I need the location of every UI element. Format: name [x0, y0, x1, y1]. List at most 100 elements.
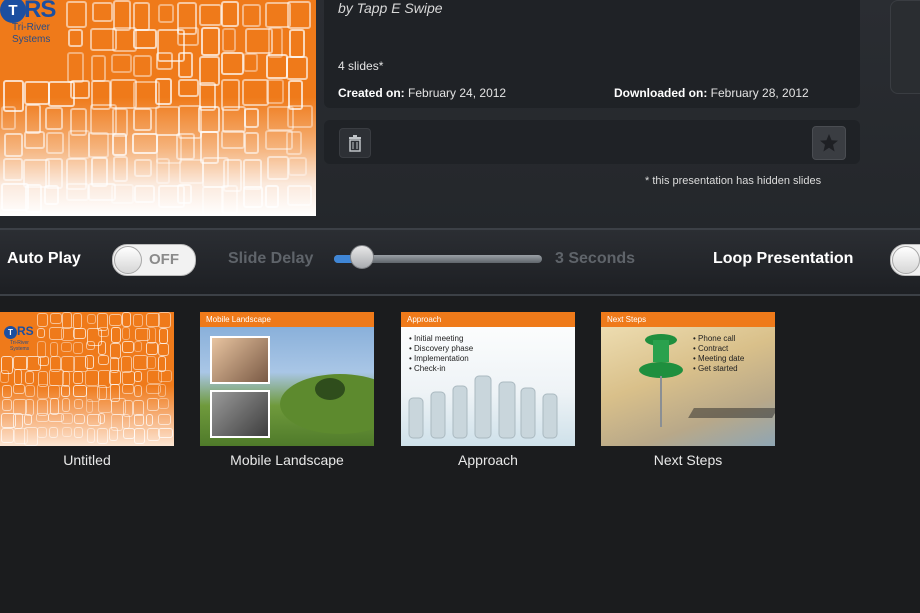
- side-panel-button[interactable]: [890, 0, 920, 94]
- device-outline-graphic: [13, 383, 25, 394]
- device-outline-graphic: [146, 341, 159, 356]
- photo-tablet: [210, 390, 270, 438]
- thumbnail-caption: Untitled: [63, 452, 111, 468]
- device-outline-graphic: [3, 133, 23, 157]
- device-outline-graphic: [23, 130, 46, 150]
- device-outline-graphic: [133, 414, 145, 427]
- device-outline-graphic: [265, 54, 288, 80]
- device-outline-graphic: [157, 427, 173, 438]
- device-outline-graphic: [122, 327, 130, 341]
- device-outline-graphic: [157, 384, 167, 397]
- device-outline-graphic: [133, 371, 143, 383]
- device-outline-graphic: [198, 105, 221, 133]
- device-outline-graphic: [62, 426, 73, 438]
- device-outline-graphic: [44, 106, 63, 131]
- device-outline-graphic: [91, 55, 106, 82]
- device-outline-graphic: [243, 185, 263, 208]
- presentation-cover-image[interactable]: T RS Tri-River Systems: [0, 0, 316, 216]
- delete-button[interactable]: [339, 128, 371, 158]
- slide-thumbnail-2[interactable]: Mobile Landscape: [200, 312, 374, 446]
- device-outline-graphic: [73, 399, 84, 410]
- device-outline-graphic: [242, 78, 269, 106]
- device-outline-graphic: [109, 370, 121, 385]
- device-outline-graphic: [72, 371, 84, 384]
- device-outline-graphic: [85, 354, 95, 370]
- device-outline-graphic: [0, 428, 15, 443]
- device-outline-graphic: [287, 184, 313, 207]
- device-outline-graphic: [121, 312, 131, 327]
- device-outline-graphic: [13, 356, 28, 370]
- device-outline-graphic: [2, 385, 13, 399]
- tree-graphic: [315, 378, 345, 400]
- thumbnail-caption: Mobile Landscape: [230, 452, 344, 468]
- presentation-author: by Tapp E Swipe: [338, 0, 443, 16]
- downloaded-date: Downloaded on: February 28, 2012: [614, 86, 809, 100]
- device-outline-graphic: [266, 156, 289, 180]
- device-outline-graphic: [288, 28, 305, 58]
- device-outline-graphic: [145, 413, 154, 427]
- device-outline-graphic: [44, 184, 60, 206]
- device-outline-graphic: [24, 427, 38, 446]
- slide-thumbnail-4[interactable]: Next Steps • Phone call • Contract • Mee…: [601, 312, 775, 446]
- device-outline-graphic: [198, 3, 223, 27]
- device-outline-graphic: [1, 398, 13, 412]
- device-outline-graphic: [178, 159, 204, 184]
- device-outline-graphic: [91, 2, 113, 22]
- device-outline-graphic: [50, 342, 58, 357]
- device-outline-graphic: [177, 52, 194, 78]
- photo-hands-phone: [210, 336, 270, 384]
- device-outline-graphic: [97, 413, 106, 425]
- device-outline-graphic: [25, 104, 42, 134]
- device-outline-graphic: [133, 314, 144, 327]
- slide-thumbnail-3[interactable]: Approach • Initial meeting • Discovery p…: [401, 312, 575, 446]
- device-outline-graphic: [111, 53, 133, 73]
- device-outline-graphic: [110, 326, 122, 343]
- toggle-knob: [114, 246, 142, 274]
- device-outline-graphic: [111, 132, 127, 156]
- loop-presentation-toggle[interactable]: [890, 244, 920, 276]
- device-outline-graphic: [221, 185, 238, 214]
- auto-play-state: OFF: [149, 251, 179, 268]
- device-outline-graphic: [132, 107, 152, 131]
- device-outline-graphic: [36, 312, 48, 328]
- slide-count: 4 slides*: [338, 59, 384, 73]
- device-outline-graphic: [155, 106, 181, 136]
- device-outline-graphic: [286, 0, 312, 30]
- slider-handle[interactable]: [349, 245, 374, 269]
- device-outline-graphic: [200, 27, 221, 57]
- device-outline-graphic: [61, 341, 73, 352]
- device-outline-graphic: [48, 384, 60, 399]
- toggle-knob: [892, 246, 920, 274]
- device-outline-graphic: [37, 426, 48, 438]
- device-outline-graphic: [133, 55, 153, 77]
- slide-thumbnail-1[interactable]: T RS Tri-River Systems: [0, 312, 174, 446]
- favorite-button[interactable]: [812, 126, 846, 160]
- device-outline-graphic: [220, 130, 245, 149]
- device-outline-graphic: [66, 52, 84, 84]
- loop-presentation-label: Loop Presentation: [713, 250, 854, 267]
- thumbnail-header: Next Steps: [601, 312, 775, 327]
- device-outline-graphic: [286, 55, 308, 81]
- device-outline-graphic: [13, 369, 23, 386]
- device-outline-graphic: [267, 27, 284, 58]
- device-outline-graphic: [38, 356, 50, 367]
- device-outline-graphic: [222, 106, 247, 133]
- device-outline-graphic: [98, 399, 112, 413]
- thumbnail-caption: Approach: [458, 452, 518, 468]
- device-outline-graphic: [3, 157, 24, 181]
- thumbnail-header: Mobile Landscape: [200, 312, 374, 327]
- device-outline-graphic: [86, 314, 96, 325]
- auto-play-toggle[interactable]: OFF: [112, 244, 196, 276]
- logo-initial: T: [0, 0, 26, 23]
- device-outline-graphic: [96, 384, 107, 400]
- device-outline-graphic: [243, 107, 259, 128]
- playback-controls-bar: Auto Play OFF Slide Delay 3 Seconds Loop…: [0, 228, 920, 296]
- device-outline-graphic: [157, 342, 170, 356]
- presentation-info-card: by Tapp E Swipe 4 slides* Created on: Fe…: [324, 0, 860, 108]
- device-outline-graphic: [97, 340, 107, 355]
- device-outline-graphic: [109, 426, 119, 441]
- device-outline-graphic: [155, 158, 171, 185]
- device-outline-graphic: [73, 413, 86, 424]
- device-outline-graphic: [72, 385, 87, 397]
- device-outline-graphic: [85, 370, 99, 387]
